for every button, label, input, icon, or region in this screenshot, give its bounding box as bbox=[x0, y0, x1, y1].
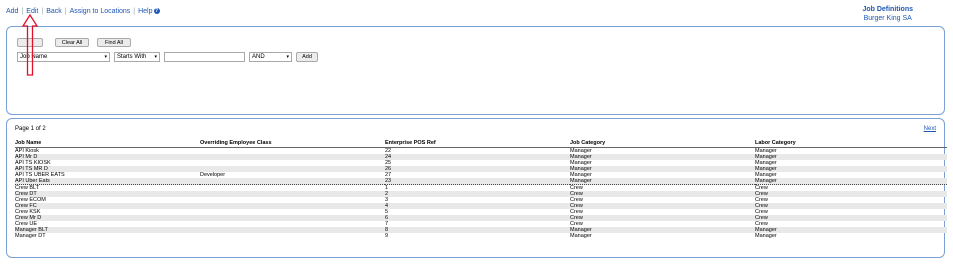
nav-separator: | bbox=[133, 8, 136, 15]
column-header-labor-category[interactable]: Labor Category bbox=[755, 140, 947, 148]
job-definitions-table: Job Name Overriding Employee Class Enter… bbox=[15, 140, 947, 239]
filter-panel: Clear All Find All Job Name ▾ Starts Wit… bbox=[6, 26, 945, 115]
column-header-job-category[interactable]: Job Category bbox=[570, 140, 755, 148]
column-header-overriding-employee-class[interactable]: Overriding Employee Class bbox=[200, 140, 385, 148]
cell-overriding-employee-class bbox=[200, 233, 385, 239]
table-header-row: Job Name Overriding Employee Class Enter… bbox=[15, 140, 947, 148]
chevron-down-icon: ▾ bbox=[104, 54, 107, 60]
add-link[interactable]: Add bbox=[6, 8, 18, 15]
chevron-down-icon: ▾ bbox=[286, 54, 289, 60]
clear-all-button[interactable]: Clear All bbox=[55, 38, 89, 47]
conjunction-select[interactable]: AND ▾ bbox=[249, 52, 292, 62]
cell-labor-category: Manager bbox=[755, 233, 777, 239]
add-criteria-button[interactable]: Add bbox=[296, 52, 318, 62]
cell-job-category: Manager bbox=[570, 233, 592, 239]
find-all-button[interactable]: Find All bbox=[97, 38, 131, 47]
cell-enterprise-pos-ref: 9 bbox=[385, 233, 389, 239]
help-icon[interactable]: ? bbox=[153, 8, 160, 15]
back-link[interactable]: Back bbox=[46, 8, 62, 15]
page-subtitle: Burger King SA bbox=[863, 15, 912, 22]
column-header-enterprise-pos-ref[interactable]: Enterprise POS Ref bbox=[385, 140, 570, 148]
next-page-link[interactable]: Next bbox=[924, 126, 936, 132]
assign-to-locations-link[interactable]: Assign to Locations bbox=[70, 8, 131, 15]
cell-job-name: Manager DT bbox=[15, 233, 46, 239]
filter-value-input[interactable] bbox=[164, 52, 245, 62]
operator-select-value: Starts With bbox=[117, 54, 147, 60]
page-header: Job Definitions Burger King SA bbox=[862, 5, 913, 23]
annotation-arrow bbox=[21, 14, 39, 76]
page-title: Job Definitions bbox=[862, 6, 913, 13]
chevron-down-icon: ▾ bbox=[154, 54, 157, 60]
column-header-job-name[interactable]: Job Name bbox=[15, 140, 200, 148]
table-row[interactable]: Manager DT 9 Manager Manager bbox=[15, 233, 947, 239]
help-link[interactable]: Help bbox=[138, 8, 152, 15]
nav-separator: | bbox=[64, 8, 67, 15]
conjunction-select-value: AND bbox=[252, 54, 265, 60]
operator-select[interactable]: Starts With ▾ bbox=[114, 52, 160, 62]
results-panel: Page 1 of 2 Next Job Name Overriding Emp… bbox=[6, 118, 947, 258]
nav-separator: | bbox=[41, 8, 44, 15]
page-indicator: Page 1 of 2 bbox=[15, 126, 46, 132]
